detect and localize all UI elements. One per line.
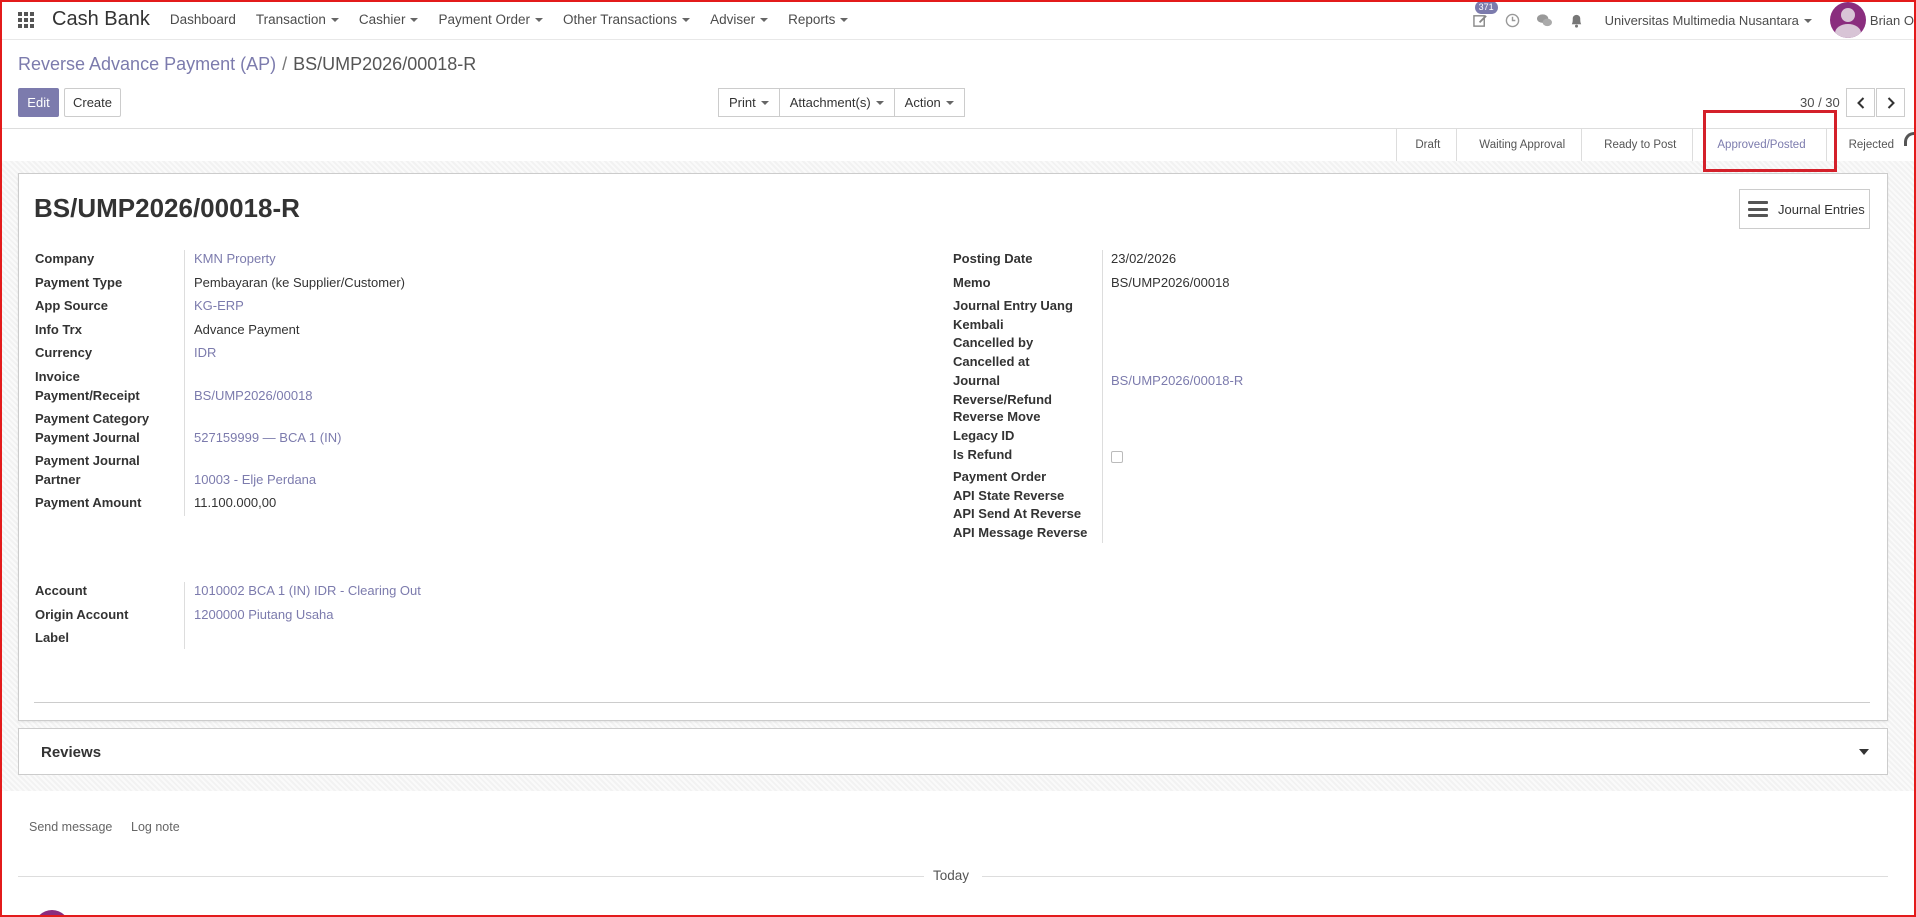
memo-value: BS/UMP2026/00018	[1111, 275, 1230, 290]
clock-icon[interactable]	[1503, 10, 1523, 30]
breadcrumb-current: BS/UMP2026/00018-R	[293, 54, 477, 74]
send-message-button[interactable]: Send message	[29, 820, 112, 834]
payment-journal-value[interactable]: 527159999 — BCA 1 (IN)	[194, 429, 341, 447]
app-source-label: App Source	[35, 298, 108, 313]
currency-value[interactable]: IDR	[194, 344, 216, 362]
message-author-avatar	[34, 910, 70, 917]
cancelled-by-label: Cancelled by	[953, 335, 1034, 350]
origin-account-label: Origin Account	[35, 607, 129, 622]
systray: 371 Universitas Multimedia Nusantara Bri…	[1465, 0, 1916, 40]
menu-dashboard[interactable]: Dashboard	[160, 12, 246, 27]
today-divider-left	[18, 876, 924, 877]
record-title: BS/UMP2026/00018-R	[34, 193, 300, 223]
company-value[interactable]: KMN Property	[194, 250, 276, 268]
breadcrumb-separator: /	[282, 54, 288, 74]
stage-ready-to-post[interactable]: Ready to Post	[1581, 129, 1692, 161]
user-avatar[interactable]	[1829, 2, 1866, 38]
activity-edit-icon[interactable]: 371	[1471, 1, 1498, 30]
pager-next-button[interactable]	[1876, 88, 1905, 117]
menu-payment-order[interactable]: Payment Order	[428, 12, 553, 27]
company-label: Company	[35, 251, 95, 266]
info-trx-value: Advance Payment	[194, 322, 300, 337]
print-dropdown[interactable]: Print	[718, 88, 780, 117]
left-group-divider	[184, 250, 185, 516]
payment-journal-partner-value[interactable]: 10003 - Elje Perdana	[194, 471, 316, 489]
payment-order-label: Payment Order	[953, 469, 1047, 484]
apps-grid-icon[interactable]	[18, 11, 34, 28]
journal-reverse-refund-value[interactable]: BS/UMP2026/00018-R	[1111, 372, 1243, 390]
bell-icon[interactable]	[1567, 10, 1587, 30]
payment-amount-label: Payment Amount	[35, 495, 142, 510]
pager-previous-button[interactable]	[1846, 88, 1875, 117]
reverse-move-label: Reverse Move	[953, 409, 1041, 424]
info-trx-label: Info Trx	[35, 322, 82, 337]
main-menu: Dashboard Transaction Cashier Payment Or…	[160, 12, 859, 27]
app-brand[interactable]: Cash Bank	[52, 8, 150, 31]
company-switcher[interactable]: Universitas Multimedia Nusantara	[1605, 13, 1812, 28]
api-send-at-reverse-label: API Send At Reverse	[953, 506, 1082, 521]
attachments-dropdown[interactable]: Attachment(s)	[778, 88, 895, 117]
breadcrumb: Reverse Advance Payment (AP) / BS/UMP2026/…	[18, 54, 476, 75]
create-button[interactable]: Create	[64, 88, 121, 117]
stage-rejected[interactable]: Rejected	[1825, 129, 1916, 161]
api-message-reverse-label: API Message Reverse	[953, 525, 1088, 540]
stage-waiting-approval[interactable]: Waiting Approval	[1456, 129, 1581, 161]
reviews-title: Reviews	[41, 744, 102, 761]
is-refund-label: Is Refund	[953, 447, 1013, 462]
api-state-reverse-label: API State Reverse	[953, 488, 1065, 503]
cancelled-at-label: Cancelled at	[953, 354, 1030, 369]
payment-type-label: Payment Type	[35, 275, 123, 290]
edit-button[interactable]: Edit	[18, 88, 59, 117]
chat-bubbles-icon[interactable]	[1535, 10, 1555, 30]
is-refund-checkbox[interactable]	[1111, 451, 1123, 463]
menu-adviser[interactable]: Adviser	[700, 12, 778, 27]
stage-draft[interactable]: Draft	[1396, 129, 1456, 161]
reviews-panel[interactable]: Reviews	[18, 728, 1888, 775]
currency-label: Currency	[35, 345, 93, 360]
user-name[interactable]: Brian O	[1870, 13, 1914, 28]
posting-date-label: Posting Date	[953, 251, 1033, 266]
app-source-value[interactable]: KG-ERP	[194, 297, 244, 315]
account-group-divider	[184, 582, 185, 649]
chevron-right-icon	[1887, 96, 1895, 109]
list-icon	[1748, 201, 1768, 217]
journal-entries-button[interactable]: Journal Entries	[1739, 189, 1870, 229]
payment-journal-partner-label: Payment Journal Partner	[35, 453, 140, 487]
memo-label: Memo	[953, 275, 991, 290]
top-navbar: Cash Bank Dashboard Transaction Cashier …	[0, 0, 1916, 40]
payment-type-value: Pembayaran (ke Supplier/Customer)	[194, 275, 405, 290]
caret-down-icon[interactable]	[1859, 749, 1869, 755]
origin-account-value[interactable]: 1200000 Piutang Usaha	[194, 606, 334, 624]
breadcrumb-parent[interactable]: Reverse Advance Payment (AP)	[18, 54, 276, 74]
payment-amount-value: 11.100.000,00	[194, 495, 277, 510]
log-note-button[interactable]: Log note	[131, 820, 180, 834]
activity-badge: 371	[1474, 1, 1498, 14]
annotation-highlight-box	[1703, 110, 1837, 172]
status-bar: Draft Waiting Approval Ready to Post App…	[1396, 129, 1916, 161]
invoice-label: Invoice Payment/Receipt	[35, 369, 140, 403]
action-button-group: Print Attachment(s) Action	[718, 88, 965, 117]
menu-reports[interactable]: Reports	[778, 12, 858, 27]
action-dropdown[interactable]: Action	[893, 88, 965, 117]
form-divider	[34, 702, 1870, 703]
today-label: Today	[933, 868, 970, 883]
payment-category-label: Payment Category	[35, 411, 150, 426]
legacy-id-label: Legacy ID	[953, 428, 1015, 443]
journal-reverse-refund-label: Journal Reverse/Refund	[953, 373, 1052, 407]
journal-entries-label: Journal Entries	[1778, 201, 1865, 217]
label-field-label: Label	[35, 630, 69, 645]
posting-date-value: 23/02/2026	[1111, 251, 1177, 266]
menu-transaction[interactable]: Transaction	[246, 12, 349, 27]
chevron-left-icon	[1856, 96, 1864, 109]
menu-other-transactions[interactable]: Other Transactions	[553, 12, 700, 27]
menu-cashier[interactable]: Cashier	[349, 12, 429, 27]
account-value[interactable]: 1010002 BCA 1 (IN) IDR - Clearing Out	[194, 582, 421, 600]
invoice-value[interactable]: BS/UMP2026/00018	[194, 387, 313, 405]
pager-value[interactable]: 30 / 30	[1800, 95, 1840, 110]
account-label: Account	[35, 583, 87, 598]
today-divider-right	[982, 876, 1888, 877]
right-group-divider	[1102, 250, 1103, 543]
journal-entry-uang-kembali-label: Journal Entry Uang Kembali	[953, 298, 1073, 332]
payment-journal-label: Payment Journal	[35, 430, 140, 445]
